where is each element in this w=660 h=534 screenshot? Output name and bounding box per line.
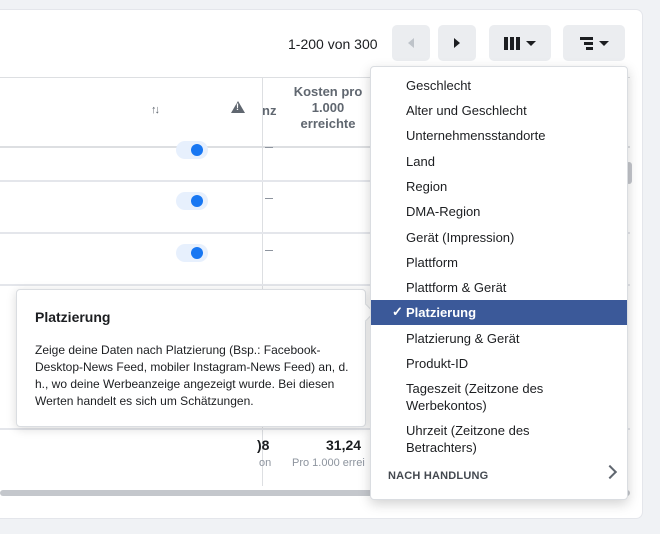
breakdown-button[interactable] [563,25,625,61]
chevron-down-icon [598,40,609,46]
menu-item-platzierung[interactable]: ✓ Platzierung [371,300,627,325]
summary-sub: on [259,457,272,469]
columns-button[interactable] [489,25,551,61]
warning-icon[interactable] [231,101,245,113]
delivery-toggle[interactable] [176,244,208,262]
columns-icon [504,36,520,50]
triangle-right-icon [454,38,460,48]
tooltip-body: Zeige deine Daten nach Platzierung (Bsp.… [35,343,349,408]
checkmark-icon: ✓ [392,304,403,319]
breakdown-icon [579,36,593,50]
summary-cost-sub: Pro 1.000 errei [292,457,365,469]
breakdown-menu: Geschlecht Alter und Geschlecht Unterneh… [370,66,628,500]
tooltip-title: Platzierung [35,309,111,325]
pagination-label: 1-200 von 300 [288,36,378,52]
delivery-toggle[interactable] [176,192,208,210]
chevron-right-icon[interactable] [602,464,618,480]
menu-item-uhrzeit[interactable]: Uhrzeit (Zeitzone des Betrachters) [371,422,627,456]
empty-cell [265,198,273,199]
column-header-cost[interactable]: Kosten pro 1.000 erreichte [283,84,373,132]
menu-item-tageszeit[interactable]: Tageszeit (Zeitzone des Werbekontos) [371,380,627,414]
chevron-down-icon [526,40,536,46]
column-header-partial[interactable]: nz [262,103,276,118]
triangle-left-icon [408,38,414,48]
previous-page-button[interactable] [392,25,430,61]
next-page-button[interactable] [438,25,476,61]
empty-cell [265,147,273,148]
delivery-toggle[interactable] [176,141,208,159]
sort-icon[interactable]: ↑↓ [151,104,160,116]
summary-value: )8 [257,437,270,453]
empty-cell [265,250,273,251]
menu-section-nach-handlung[interactable]: NACH HANDLUNG [388,470,488,482]
summary-cost-value: 31,24 [326,437,362,453]
breakdown-tooltip: Platzierung Zeige deine Daten nach Platz… [16,289,366,427]
